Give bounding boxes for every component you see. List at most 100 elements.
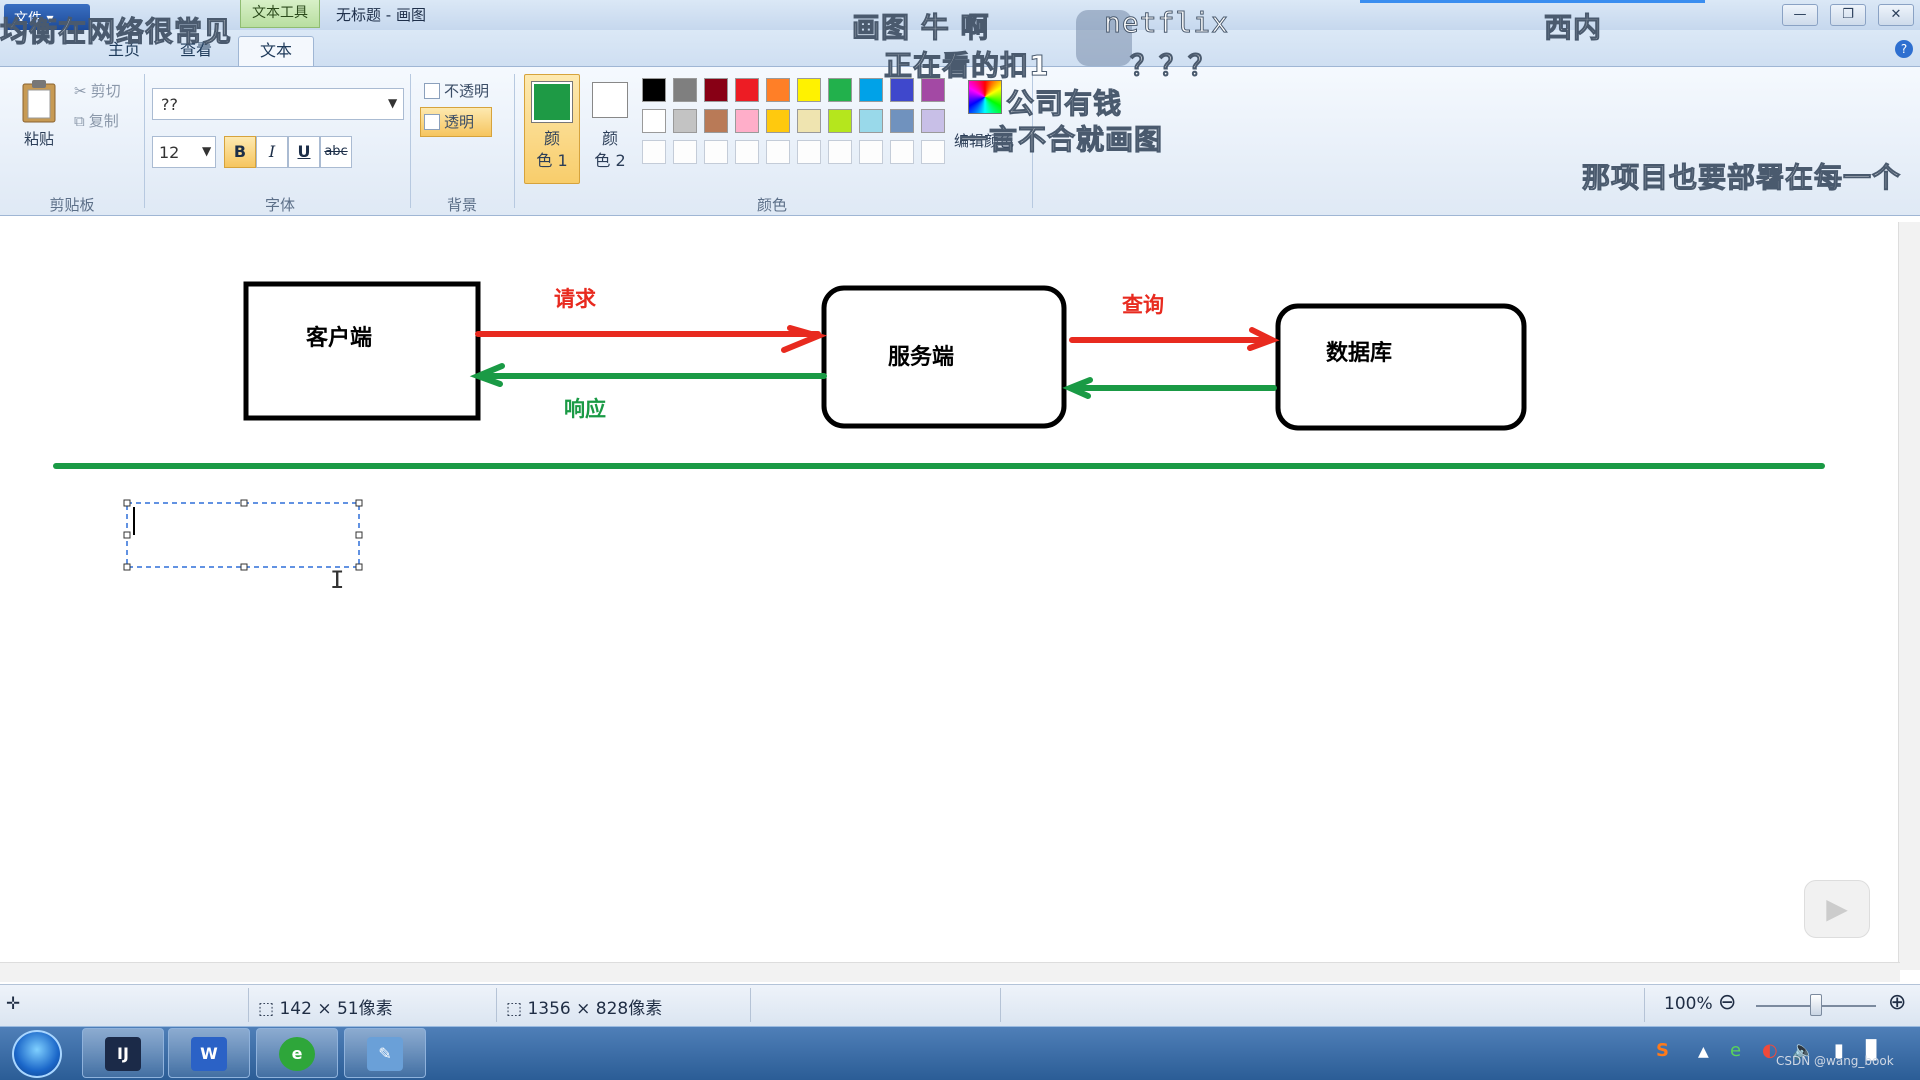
canvas-size: ⬚ 1356 × 828像素 [506, 994, 662, 1019]
font-family-dropdown[interactable]: ?? [152, 88, 404, 120]
color-wheel-icon[interactable] [968, 80, 1002, 114]
group-divider [410, 74, 411, 208]
zoom-in-icon[interactable]: ⊕ [1888, 990, 1906, 1015]
move-icon: ✛ [6, 994, 21, 1014]
request-arrow [475, 325, 828, 353]
color-swatch[interactable] [859, 140, 883, 164]
selection-size-value: 142 × 51像素 [279, 999, 393, 1019]
strikethrough-button[interactable]: abc [320, 136, 352, 168]
response-arrow [469, 363, 827, 387]
color-swatch[interactable] [704, 78, 728, 102]
opaque-button[interactable]: 不透明 [424, 80, 489, 101]
close-button[interactable]: ✕ [1878, 4, 1914, 26]
cut-button[interactable]: ✂ 剪切 [74, 80, 121, 101]
color-swatch[interactable] [890, 140, 914, 164]
taskbar-app-word[interactable]: W [168, 1028, 250, 1078]
tray-expand-icon[interactable]: ▲ [1698, 1044, 1709, 1060]
vertical-scrollbar[interactable] [1898, 222, 1920, 970]
security-icon[interactable]: e [1730, 1040, 1741, 1061]
color-swatch[interactable] [890, 109, 914, 133]
canvas-size-icon: ⬚ [506, 999, 528, 1019]
opaque-icon [424, 82, 440, 99]
color-swatch[interactable] [642, 109, 666, 133]
color2-label: 颜 色 2 [594, 129, 626, 170]
color-swatch[interactable] [921, 109, 945, 133]
selection-icon: ⬚ [258, 999, 280, 1019]
help-icon[interactable]: ? [1895, 40, 1913, 58]
color-swatch[interactable] [797, 78, 821, 102]
color-swatch[interactable] [735, 140, 759, 164]
scissors-icon: ✂ [74, 81, 87, 100]
cut-label: 剪切 [90, 82, 121, 100]
chevron-down-icon[interactable]: ▼ [202, 144, 211, 158]
minimize-button[interactable]: — [1782, 4, 1818, 26]
selection-size: ⬚ 142 × 51像素 [258, 994, 393, 1019]
resize-handles[interactable] [123, 499, 363, 571]
tab-text[interactable]: 文本 [238, 36, 314, 66]
color-swatch[interactable] [673, 78, 697, 102]
group-divider [514, 74, 515, 208]
color-swatch[interactable] [828, 140, 852, 164]
color-swatch[interactable] [704, 140, 728, 164]
taskbar-app-intellij[interactable]: IJ [82, 1028, 164, 1078]
background-group-label: 背景 [446, 196, 477, 214]
watermark: CSDN @wang_book [1776, 1054, 1894, 1068]
color-swatch[interactable] [642, 140, 666, 164]
clipboard-icon [22, 80, 56, 123]
underline-button[interactable]: U [288, 136, 320, 168]
bold-button[interactable]: B [224, 136, 256, 168]
overlay-comment: 那项目也要部署在每一个 [1581, 161, 1902, 195]
restore-button[interactable]: ❐ [1830, 4, 1866, 26]
window-title: 无标题 - 画图 [336, 6, 426, 24]
status-divider [1644, 988, 1645, 1022]
color-swatch[interactable] [859, 109, 883, 133]
transparent-button[interactable]: 透明 [424, 111, 474, 132]
overlay-comment: netflix [1103, 6, 1230, 40]
color-swatch[interactable] [673, 140, 697, 164]
overlay-comment: 西内 [1543, 11, 1603, 45]
play-icon[interactable]: ▶ [1804, 880, 1870, 938]
clipboard-group-label: 剪贴板 [49, 196, 95, 214]
group-divider [144, 74, 145, 208]
intellij-icon: IJ [105, 1037, 141, 1071]
zoom-level: 100% [1664, 994, 1713, 1014]
zoom-slider-thumb[interactable] [1810, 994, 1822, 1016]
ime-icon[interactable]: S [1656, 1040, 1669, 1061]
color-swatch[interactable] [828, 78, 852, 102]
text-box-selection[interactable] [126, 502, 360, 568]
color-swatch[interactable] [797, 109, 821, 133]
color-swatch[interactable] [766, 78, 790, 102]
color-swatch[interactable] [921, 140, 945, 164]
start-button[interactable] [12, 1030, 62, 1078]
overlay-comment: 公司有钱 [1005, 87, 1123, 121]
copy-button[interactable]: ⧉ 复制 [74, 110, 119, 131]
opaque-label: 不透明 [444, 82, 490, 100]
client-label: 客户端 [306, 325, 372, 351]
overlay-comment: ？？？ [1129, 49, 1218, 83]
color-swatch[interactable] [828, 109, 852, 133]
color-swatch[interactable] [859, 78, 883, 102]
overlay-comment: 一言不合就画图 [959, 123, 1164, 157]
color-swatch[interactable] [735, 109, 759, 133]
color-swatch[interactable] [642, 78, 666, 102]
taskbar-app-paint[interactable]: ✎ [344, 1028, 426, 1078]
chevron-down-icon[interactable]: ▼ [388, 96, 397, 110]
zoom-out-icon[interactable]: ⊖ [1718, 990, 1736, 1015]
color-swatch[interactable] [766, 109, 790, 133]
paste-button[interactable]: 粘贴 [18, 78, 60, 148]
color-swatch[interactable] [766, 140, 790, 164]
color-swatch[interactable] [673, 109, 697, 133]
color-swatch[interactable] [735, 78, 759, 102]
transparent-label: 透明 [444, 113, 475, 131]
horizontal-scrollbar[interactable] [0, 962, 1900, 982]
architecture-diagram: 客户端 服务端 数据库 请求 响应 查询 [53, 281, 1825, 571]
color-swatch[interactable] [797, 140, 821, 164]
color2-button[interactable] [592, 82, 628, 118]
taskbar-app-browser[interactable]: e [256, 1028, 338, 1078]
text-cursor-icon: I [330, 566, 345, 594]
italic-button[interactable]: I [256, 136, 288, 168]
color1-label: 颜 色 1 [536, 129, 568, 170]
query-arrow [1069, 327, 1280, 351]
color-swatch[interactable] [704, 109, 728, 133]
overlay-comment: 均衡在网络很常见 [0, 15, 233, 49]
